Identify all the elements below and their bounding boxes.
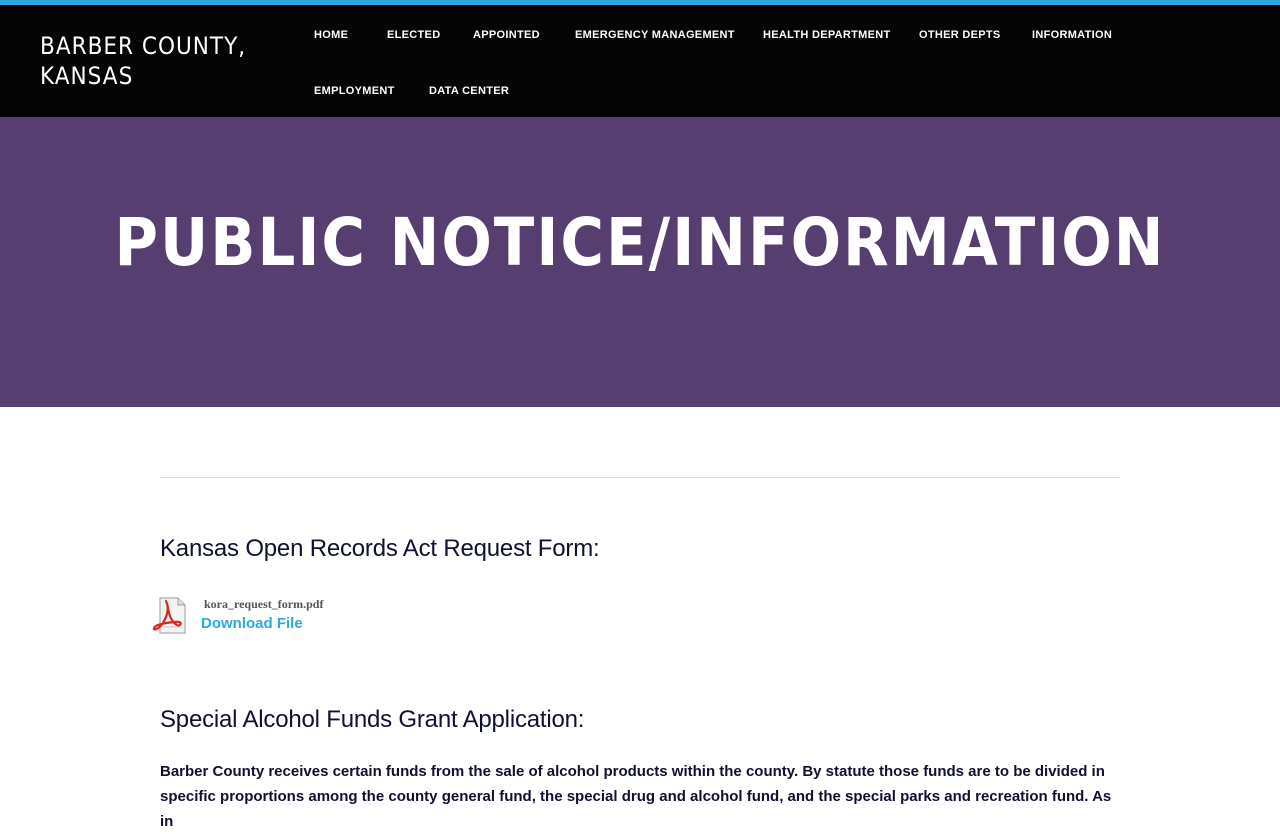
nav-item-appointed[interactable]: APPOINTED xyxy=(473,25,540,45)
site-title-link[interactable]: BARBER COUNTY, KANSAS xyxy=(40,31,260,91)
nav-item-employment[interactable]: EMPLOYMENT xyxy=(314,81,395,101)
download-file-link[interactable]: Download File xyxy=(201,615,303,632)
pdf-file-icon[interactable] xyxy=(152,597,188,635)
kora-form-heading: Kansas Open Records Act Request Form: xyxy=(160,535,600,562)
nav-item-home[interactable]: HOME xyxy=(314,25,348,45)
grant-description-paragraph: Barber County receives certain funds fro… xyxy=(160,763,1112,830)
content-divider xyxy=(160,477,1120,478)
nav-item-other-depts[interactable]: OTHER DEPTS xyxy=(919,25,1001,45)
nav-item-emergency-management[interactable]: EMERGENCY MANAGEMENT xyxy=(575,25,735,45)
grant-application-heading: Special Alcohol Funds Grant Application: xyxy=(160,706,585,733)
hero-banner: PUBLIC NOTICE/INFORMATION xyxy=(0,117,1280,407)
nav-item-data-center[interactable]: DATA CENTER xyxy=(429,81,509,101)
nav-item-information[interactable]: INFORMATION xyxy=(1032,25,1112,45)
nav-item-health-department[interactable]: HEALTH DEPARTMENT xyxy=(763,25,891,45)
nav-item-elected[interactable]: ELECTED xyxy=(387,25,440,45)
page-title: PUBLIC NOTICE/INFORMATION xyxy=(114,204,1166,281)
site-header: BARBER COUNTY, KANSAS HOME ELECTED APPOI… xyxy=(0,5,1280,117)
file-name: kora_request_form.pdf xyxy=(204,597,324,611)
